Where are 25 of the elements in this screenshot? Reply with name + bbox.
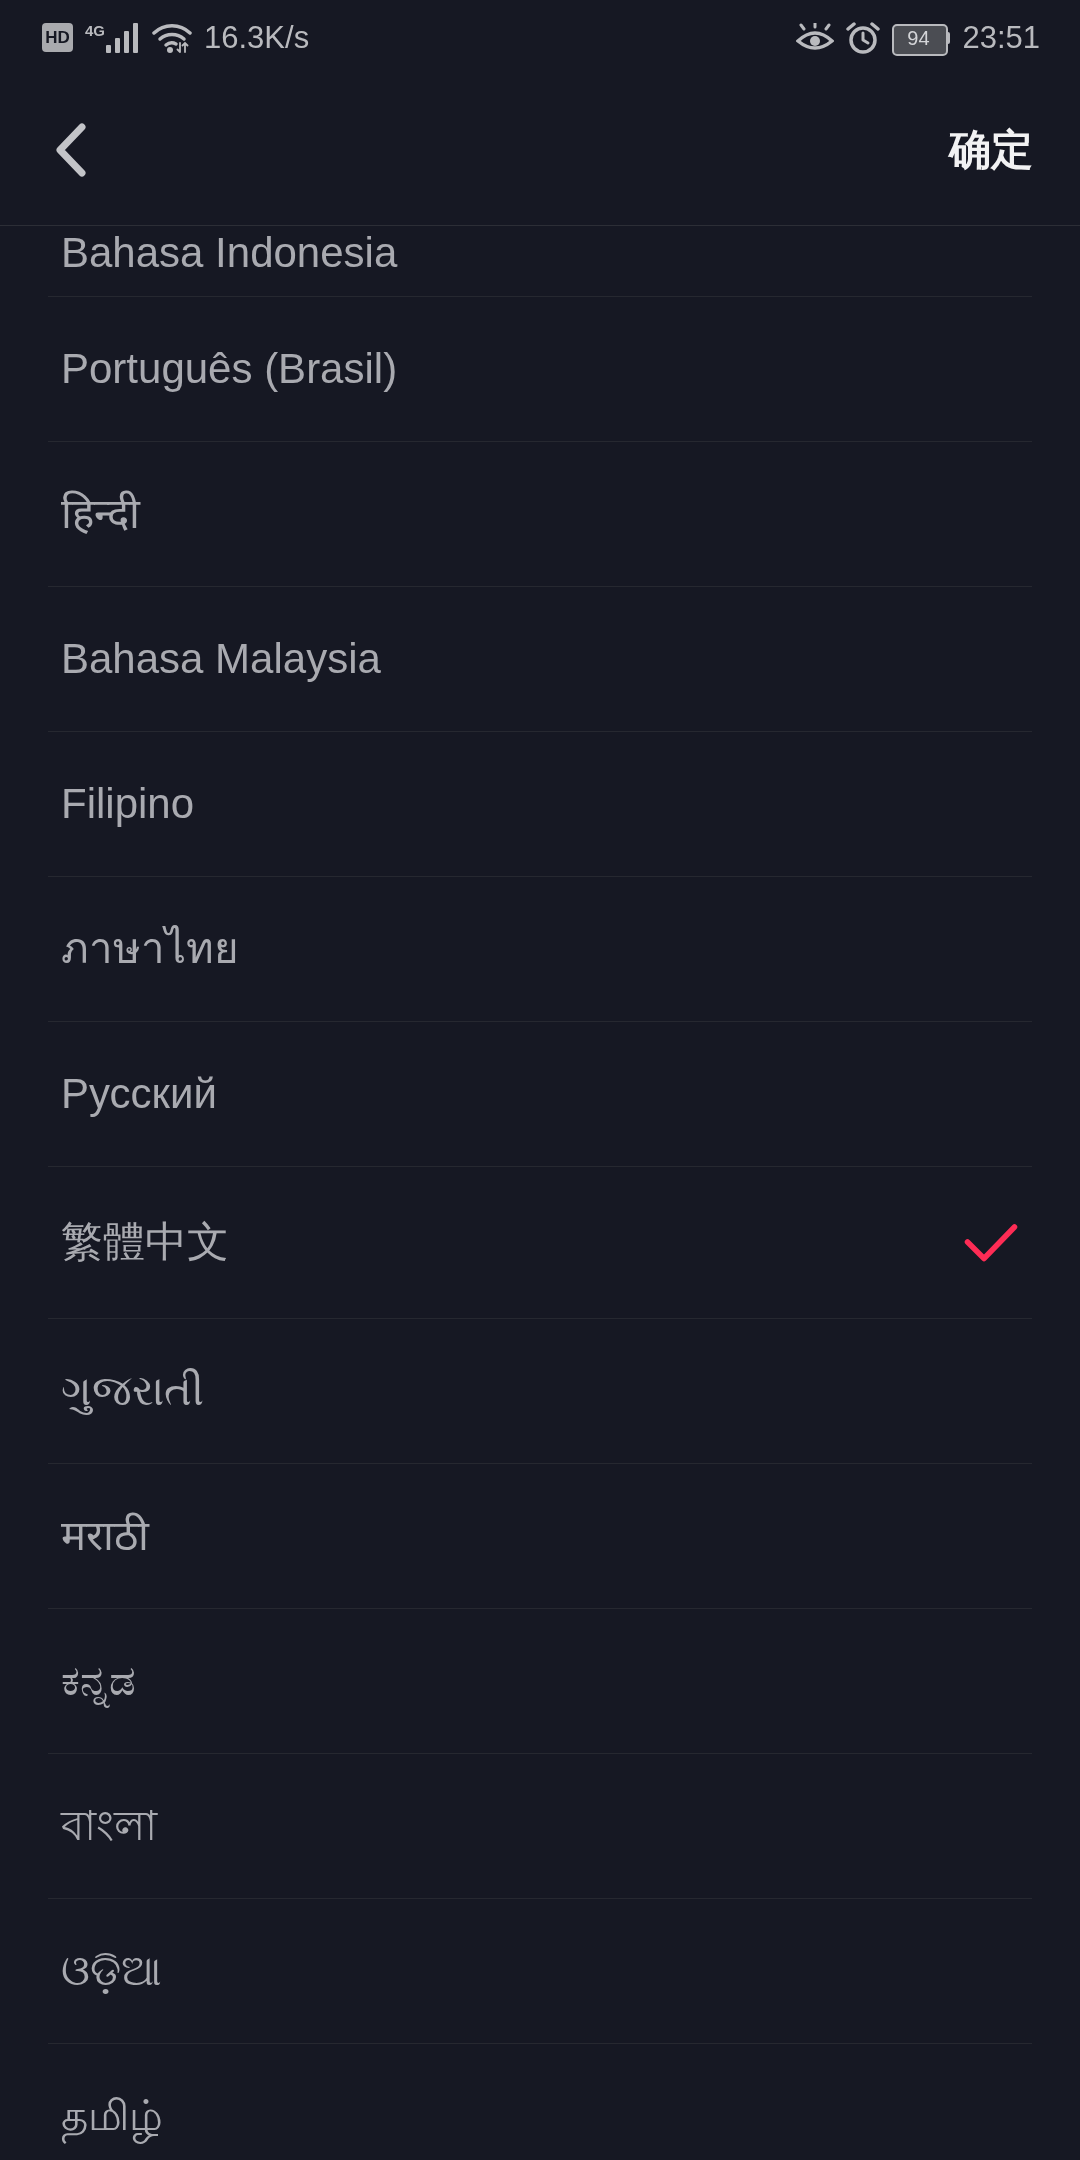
- clock-time: 23:51: [962, 22, 1040, 53]
- language-option[interactable]: ภาษาไทย: [48, 877, 1032, 1022]
- language-option[interactable]: 繁體中文: [48, 1167, 1032, 1319]
- language-option[interactable]: বাংলা: [48, 1754, 1032, 1899]
- signal-icon: [106, 22, 140, 53]
- wifi-icon: [152, 22, 192, 53]
- language-option[interactable]: Bahasa Indonesia: [48, 226, 1032, 297]
- confirm-button[interactable]: 确定: [949, 126, 1033, 174]
- language-option[interactable]: தமிழ்: [48, 2044, 1032, 2160]
- language-option[interactable]: Português (Brasil): [48, 297, 1032, 442]
- network-type: 4G: [85, 22, 105, 38]
- alarm-clock-icon: [846, 21, 881, 54]
- language-option[interactable]: Русский: [48, 1022, 1032, 1167]
- language-option[interactable]: हिन्दी: [48, 442, 1032, 587]
- hd-badge: HD: [42, 23, 73, 52]
- language-option[interactable]: ಕನ್ನಡ: [48, 1609, 1032, 1754]
- language-option[interactable]: ગુજરાતી: [48, 1319, 1032, 1464]
- language-option[interactable]: Bahasa Malaysia: [48, 587, 1032, 732]
- language-option[interactable]: ଓଡ଼ିଆ: [48, 1899, 1032, 2044]
- eye-icon: [796, 22, 835, 53]
- language-option[interactable]: मराठी: [48, 1464, 1032, 1609]
- checkmark-icon: [964, 1222, 1018, 1263]
- network-speed: 16.3K/s: [204, 22, 310, 53]
- back-icon[interactable]: [54, 122, 88, 178]
- language-option[interactable]: Filipino: [48, 732, 1032, 877]
